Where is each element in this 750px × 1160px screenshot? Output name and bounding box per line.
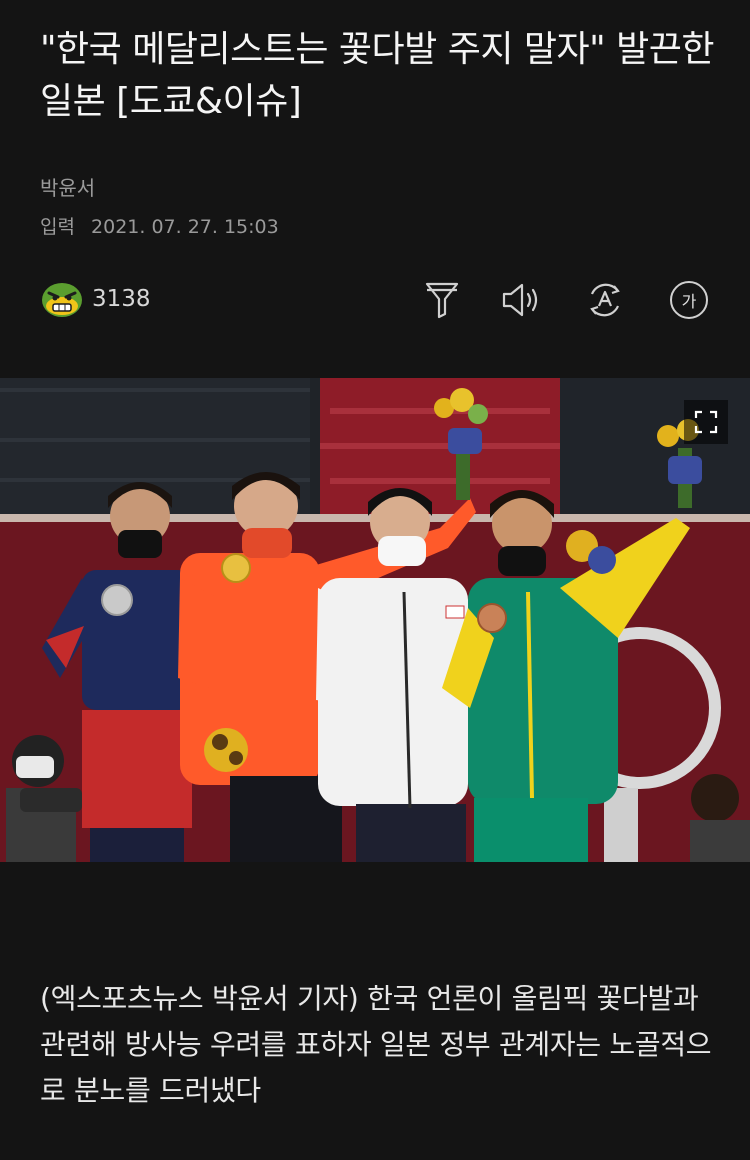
article-toolbar: 3138 가 xyxy=(40,278,710,324)
expand-photo-button[interactable] xyxy=(684,400,728,444)
reaction-summary[interactable]: 3138 xyxy=(40,280,151,318)
article-headline: "한국 메달리스트는 꽃다발 주지 말자" 발끈한 일본 [도쿄&이슈] xyxy=(40,29,715,122)
text-to-speech-button[interactable] xyxy=(500,278,544,322)
article-photo[interactable] xyxy=(0,378,750,862)
expand-icon xyxy=(694,410,718,434)
filter-icon xyxy=(425,282,459,319)
filter-button[interactable] xyxy=(420,278,464,322)
font-size-button[interactable]: 가 xyxy=(667,278,711,322)
reaction-count: 3138 xyxy=(92,286,151,312)
translate-button[interactable] xyxy=(583,278,627,322)
font-size-icon: 가 xyxy=(670,281,708,319)
article-dateline: 입력 2021. 07. 27. 15:03 xyxy=(40,212,279,239)
translate-icon xyxy=(590,283,620,317)
article-body: (엑스포츠뉴스 박윤서 기자) 한국 언론이 올림픽 꽃다발과 관련해 방사능 … xyxy=(40,982,712,1107)
speaker-icon xyxy=(502,283,538,317)
angry-face-icon xyxy=(42,283,82,317)
podium-photo xyxy=(0,378,750,862)
date-value: 2021. 07. 27. 15:03 xyxy=(91,216,279,238)
article-author[interactable]: 박윤서 xyxy=(40,172,95,201)
date-label: 입력 xyxy=(40,216,75,238)
